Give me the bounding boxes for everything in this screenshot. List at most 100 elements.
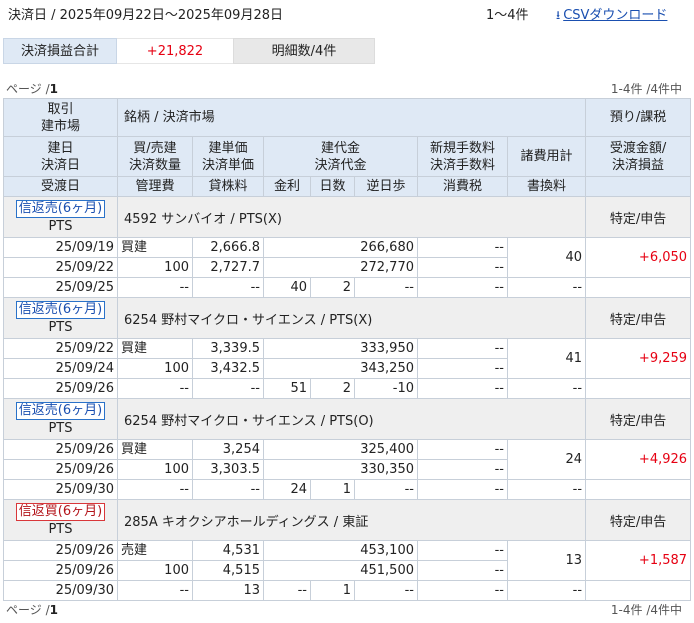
- period-label: 決済日 / 2025年09月22日～2025年09月28日: [8, 8, 283, 23]
- header-shohizei: 消費税: [417, 176, 508, 197]
- close-quantity: 100: [117, 257, 193, 278]
- close-quantity: 100: [117, 560, 193, 581]
- profit-loss: +6,050: [585, 237, 692, 278]
- close-amount: 272,770: [263, 257, 418, 278]
- close-amount: 451,500: [263, 560, 418, 581]
- pager-top: ページ /1 1-4件 /4件中: [0, 80, 694, 96]
- header-nissu: 日数: [310, 176, 355, 197]
- empty-cell: [585, 580, 692, 601]
- summary-bar: 決済損益合計 +21,822 明細数/4件: [3, 38, 375, 64]
- trade-type-badge: 信返売(6ヶ月): [15, 199, 106, 218]
- interest: 40: [263, 277, 311, 298]
- close-fee: --: [417, 560, 508, 581]
- reverse-daily-fee: --: [354, 479, 418, 500]
- open-date: 25/09/26: [3, 439, 118, 460]
- open-fee: --: [417, 540, 508, 561]
- settle-date: 25/09/25: [3, 277, 118, 298]
- close-price: 3,432.5: [192, 358, 264, 379]
- trade-type-badge: 信返買(6ヶ月): [15, 502, 106, 521]
- position-side: 買建: [117, 439, 193, 460]
- empty-cell: [585, 378, 692, 399]
- detail-count: 明細数/4件: [233, 38, 375, 64]
- days: 2: [310, 378, 355, 399]
- interest: --: [263, 580, 311, 601]
- record-open-row: 25/09/22 買建 3,339.5 333,950 -- 41 +9,259: [3, 338, 692, 379]
- close-quantity: 100: [117, 358, 193, 379]
- open-market: PTS: [48, 521, 73, 537]
- csv-download-label: CSVダウンロード: [563, 8, 668, 23]
- header-tanka: 建単価 決済単価: [192, 136, 264, 177]
- record-header-row: 信返売(6ヶ月) PTS 6254 野村マイクロ・サイエンス / PTS(X) 特定/…: [3, 297, 692, 339]
- close-price: 4,515: [192, 560, 264, 581]
- stock-name: 6254 野村マイクロ・サイエンス / PTS(O): [116, 398, 587, 440]
- close-date: 25/09/26: [3, 459, 118, 480]
- record-settle-row: 25/09/26 -- -- 51 2 -10 -- --: [3, 378, 692, 399]
- close-fee: --: [417, 257, 508, 278]
- trade-type-cell: 信返買(6ヶ月) PTS: [3, 499, 118, 541]
- total-pl-value: +21,822: [117, 38, 233, 64]
- account-type: 特定/申告: [585, 196, 692, 238]
- total-costs: 40: [506, 237, 587, 278]
- close-quantity: 100: [117, 459, 193, 480]
- stock-name: 6254 野村マイクロ・サイエンス / PTS(X): [116, 297, 587, 339]
- header-tatebi: 建日 決済日: [3, 136, 118, 177]
- total-pl-label: 決済損益合計: [3, 38, 117, 64]
- close-price: 2,727.7: [192, 257, 264, 278]
- total-costs: 13: [506, 540, 587, 581]
- pager-info: 1-4件 /4件中: [610, 82, 682, 96]
- header-tesuryo: 新規手数料 決済手数料: [417, 136, 508, 177]
- open-amount: 333,950: [263, 338, 418, 359]
- settle-date: 25/09/26: [3, 378, 118, 399]
- csv-download-link[interactable]: ⭳ CSVダウンロード: [556, 4, 667, 27]
- record-settle-row: 25/09/30 -- -- 24 1 -- -- --: [3, 479, 692, 500]
- days: 1: [310, 580, 355, 601]
- management-fee: --: [117, 580, 193, 601]
- position-side: 買建: [117, 237, 193, 258]
- reverse-daily-fee: -10: [354, 378, 418, 399]
- close-amount: 343,250: [263, 358, 418, 379]
- profit-loss: +1,587: [585, 540, 692, 581]
- lending-fee: 13: [192, 580, 264, 601]
- result-count: 1～4件: [486, 8, 529, 23]
- open-amount: 453,100: [263, 540, 418, 561]
- open-price: 4,531: [192, 540, 264, 561]
- profit-loss: +4,926: [585, 439, 692, 480]
- account-type: 特定/申告: [585, 499, 692, 541]
- open-date: 25/09/19: [3, 237, 118, 258]
- settle-date: 25/09/30: [3, 580, 118, 601]
- transfer-fee: --: [506, 479, 587, 500]
- close-date: 25/09/26: [3, 560, 118, 581]
- account-type: 特定/申告: [585, 297, 692, 339]
- empty-cell: [585, 479, 692, 500]
- days: 2: [310, 277, 355, 298]
- close-date: 25/09/24: [3, 358, 118, 379]
- position-side: 買建: [117, 338, 193, 359]
- total-costs: 41: [506, 338, 587, 379]
- open-date: 25/09/26: [3, 540, 118, 561]
- consumption-tax: --: [417, 277, 508, 298]
- trade-type-cell: 信返売(6ヶ月) PTS: [3, 297, 118, 339]
- management-fee: --: [117, 277, 193, 298]
- lending-fee: --: [192, 378, 264, 399]
- open-price: 3,339.5: [192, 338, 264, 359]
- record-settle-row: 25/09/30 -- 13 -- 1 -- -- --: [3, 580, 692, 601]
- open-market: PTS: [48, 218, 73, 234]
- header-row-1: 取引 建市場 銘柄 / 決済市場 預り/課税: [3, 98, 692, 137]
- pager-page-number: 1: [49, 82, 58, 96]
- header-gyakuhibu: 逆日歩: [354, 176, 418, 197]
- record-open-row: 25/09/26 買建 3,254 325,400 -- 24 +4,926: [3, 439, 692, 480]
- management-fee: --: [117, 378, 193, 399]
- total-costs: 24: [506, 439, 587, 480]
- settle-date: 25/09/30: [3, 479, 118, 500]
- trade-type-badge: 信返売(6ヶ月): [15, 401, 106, 420]
- stock-name: 285A キオクシアホールディングス / 東証: [116, 499, 587, 541]
- pager-page-number: 1: [49, 603, 58, 617]
- transfer-fee: --: [506, 378, 587, 399]
- interest: 24: [263, 479, 311, 500]
- pager-prefix: ページ /: [6, 603, 50, 617]
- record-settle-row: 25/09/25 -- -- 40 2 -- -- --: [3, 277, 692, 298]
- close-amount: 330,350: [263, 459, 418, 480]
- transfer-fee: --: [506, 580, 587, 601]
- header-shohi: 諸費用計: [506, 136, 587, 177]
- transfer-fee: --: [506, 277, 587, 298]
